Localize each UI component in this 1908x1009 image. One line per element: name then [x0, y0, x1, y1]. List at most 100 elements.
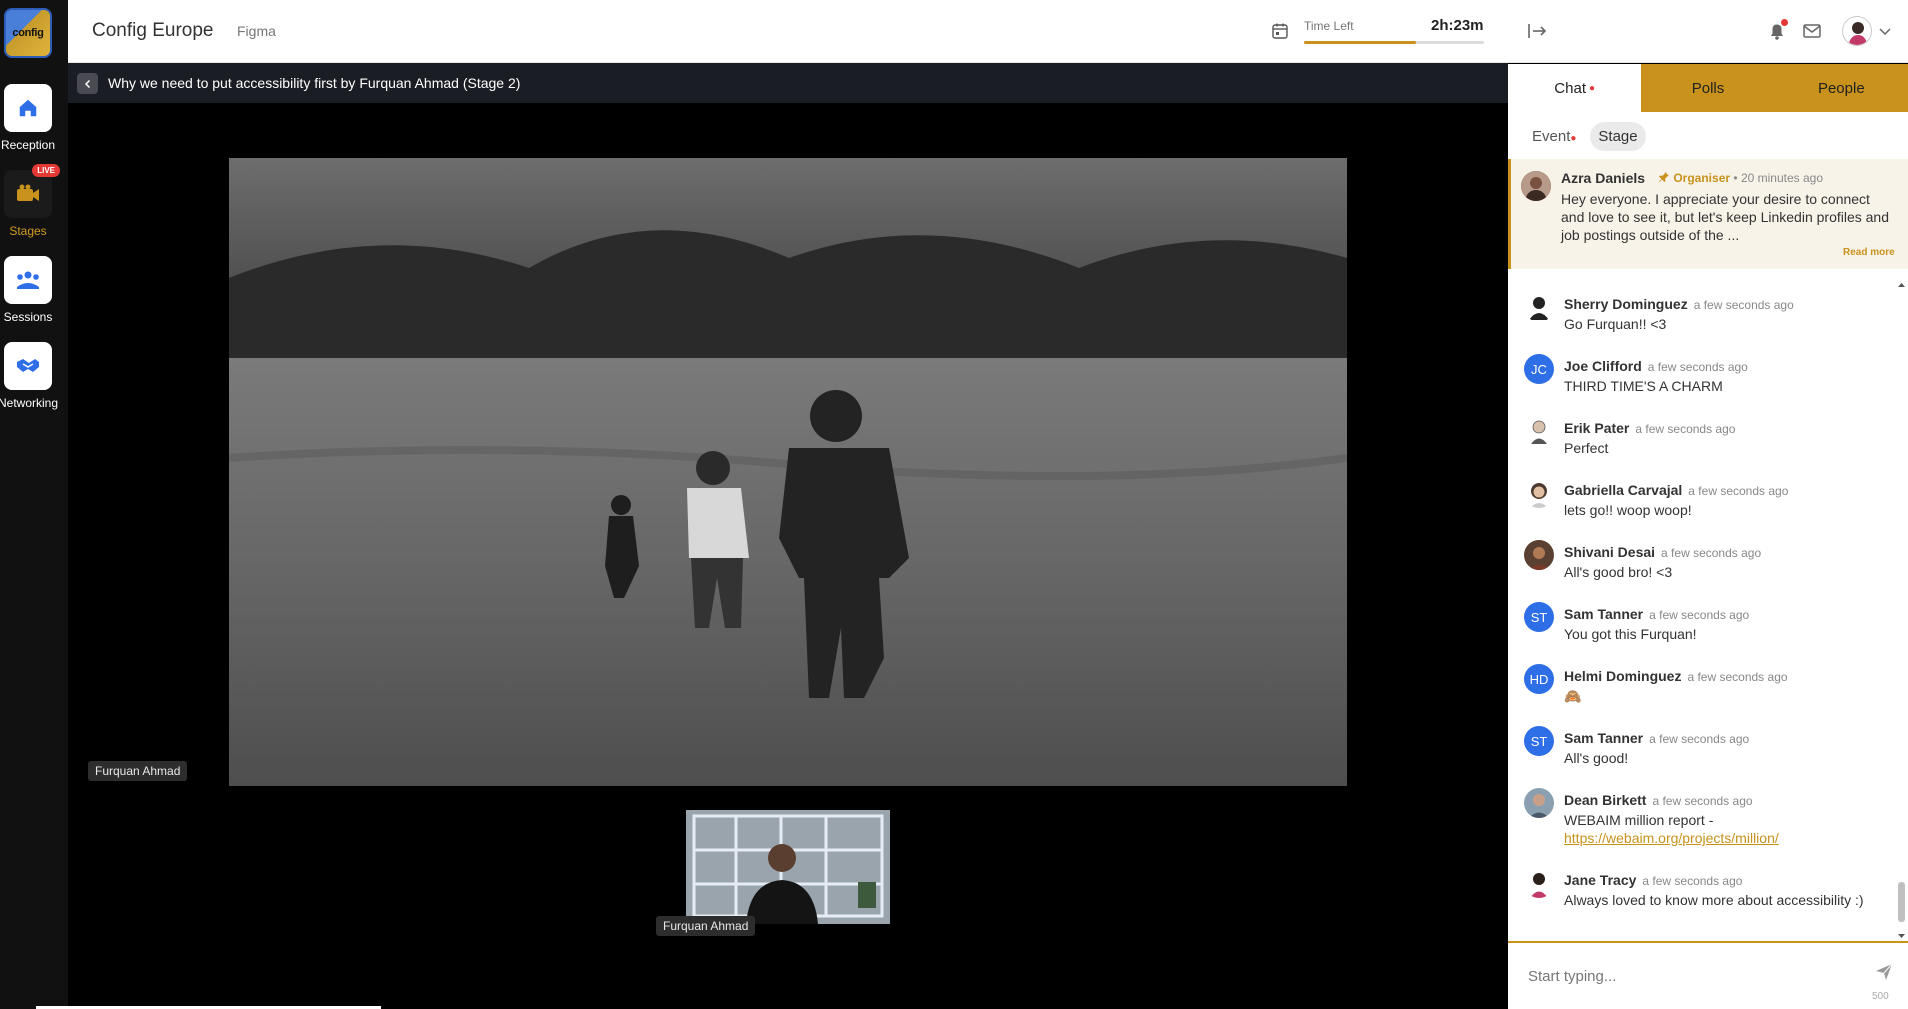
- message-time: a few seconds ago: [1642, 874, 1743, 888]
- tab-chat[interactable]: Chat ●: [1508, 64, 1642, 112]
- rail-item-reception[interactable]: Reception: [0, 84, 56, 152]
- avatar: JC: [1524, 354, 1554, 384]
- stage-header: Why we need to put accessibility first b…: [68, 63, 1508, 103]
- avatar: [1524, 540, 1554, 570]
- scroll-down-icon[interactable]: [1897, 932, 1906, 940]
- tab-chat-label: Chat: [1554, 79, 1586, 97]
- organizer-name: Figma: [237, 23, 276, 39]
- logo-text: config: [12, 27, 44, 39]
- subtab-stage[interactable]: Stage: [1590, 122, 1646, 151]
- message-author-row: Gabriella Carvajal a few seconds ago: [1564, 482, 1788, 498]
- list-item: ST Sam Tanner a few seconds ago All's goo…: [1508, 714, 1896, 776]
- subtab-event[interactable]: Event●: [1524, 122, 1584, 151]
- message-list: Sherry Dominguez a few seconds ago Go Fur…: [1508, 280, 1896, 938]
- message-time: a few seconds ago: [1635, 422, 1736, 436]
- calendar-icon[interactable]: [1271, 22, 1289, 40]
- avatar: ST: [1524, 726, 1554, 756]
- tab-polls[interactable]: Polls: [1641, 64, 1774, 112]
- list-item: JC Joe Clifford a few seconds ago THIRD T…: [1508, 342, 1896, 404]
- exit-icon[interactable]: [1526, 20, 1548, 42]
- pinned-meta: Organiser • 20 minutes ago: [1658, 171, 1823, 185]
- read-more-link[interactable]: Read more: [1843, 247, 1895, 258]
- chat-scrollbar[interactable]: [1897, 276, 1906, 940]
- pinned-time: 20 minutes ago: [1740, 171, 1823, 185]
- message-text: Go Furquan!! <3: [1564, 316, 1667, 332]
- organiser-badge: Organiser: [1673, 171, 1731, 185]
- handshake-icon: [4, 342, 52, 390]
- message-text: Perfect: [1564, 440, 1609, 456]
- message-text: Always loved to know more about accessib…: [1564, 892, 1864, 908]
- avatar: [1524, 478, 1554, 508]
- message-time: a few seconds ago: [1649, 732, 1750, 746]
- subtab-stage-label: Stage: [1598, 128, 1638, 145]
- pinned-message: Azra Daniels Organiser • 20 minutes ago …: [1508, 159, 1908, 269]
- message-time: a few seconds ago: [1687, 670, 1788, 684]
- list-item: Sherry Dominguez a few seconds ago Go Fur…: [1508, 280, 1896, 342]
- back-button[interactable]: [77, 73, 98, 94]
- event-title: Config Europe: [92, 20, 214, 41]
- list-item: ST Sam Tanner a few seconds ago You got t…: [1508, 590, 1896, 652]
- tab-people-label: People: [1817, 79, 1865, 97]
- app-logo[interactable]: config: [4, 8, 52, 58]
- top-bar: Config Europe Figma Time Left 2h:23m: [68, 0, 1508, 63]
- message-author-row: Joe Clifford a few seconds ago: [1564, 358, 1748, 374]
- notification-dot: [1781, 19, 1788, 26]
- list-item: Shivani Desai a few seconds ago All's goo…: [1508, 528, 1896, 590]
- rail-label-networking: Networking: [0, 396, 59, 410]
- list-item: Jane Tracy a few seconds ago Always loved…: [1508, 856, 1896, 936]
- message-author: Dean Birkett: [1564, 792, 1647, 808]
- message-author: Sam Tanner: [1564, 606, 1644, 622]
- speaker-camera: [686, 810, 890, 924]
- stage-title: Why we need to put accessibility first b…: [108, 75, 521, 91]
- rail-label-sessions: Sessions: [3, 310, 53, 324]
- time-left-value: 2h:23m: [1431, 17, 1484, 34]
- message-author-row: Shivani Desai a few seconds ago: [1564, 544, 1761, 560]
- message-text-block: WEBAIM million report - https://webaim.o…: [1564, 811, 1884, 847]
- meta-separator: •: [1733, 171, 1738, 185]
- time-left-progress-fill: [1304, 41, 1416, 44]
- message-time: a few seconds ago: [1688, 484, 1789, 498]
- message-text: All's good bro! <3: [1564, 564, 1673, 580]
- message-author-row: Dean Birkett a few seconds ago: [1564, 792, 1753, 808]
- rail-label-reception: Reception: [0, 138, 56, 152]
- group-icon: [4, 256, 52, 304]
- tab-polls-label: Polls: [1691, 79, 1725, 97]
- user-avatar[interactable]: [1842, 16, 1872, 46]
- chevron-down-icon[interactable]: [1874, 20, 1896, 42]
- message-time: a few seconds ago: [1652, 794, 1753, 808]
- mail-icon[interactable]: [1801, 20, 1823, 42]
- panel-tabs: Chat ● Polls People: [1508, 64, 1908, 112]
- list-item: Dean Birkett a few seconds ago WEBAIM mil…: [1508, 776, 1896, 856]
- message-author-row: Sam Tanner a few seconds ago: [1564, 730, 1749, 746]
- message-author-row: Erik Pater a few seconds ago: [1564, 420, 1735, 436]
- rail-item-sessions[interactable]: Sessions: [0, 256, 56, 324]
- message-text: lets go!! woop woop!: [1564, 502, 1692, 518]
- message-author-row: Jane Tracy a few seconds ago: [1564, 872, 1742, 888]
- rail-item-stages[interactable]: LIVE Stages: [0, 164, 60, 238]
- pinned-author: Azra Daniels: [1561, 170, 1646, 186]
- scroll-thumb[interactable]: [1898, 882, 1905, 922]
- speaker-name-tag-main: Furquan Ahmad: [88, 761, 188, 781]
- chevron-left-icon: [84, 79, 90, 88]
- pin-icon: [1659, 172, 1669, 182]
- chat-input[interactable]: [1528, 963, 1858, 989]
- message-author: Erik Pater: [1564, 420, 1630, 436]
- message-author-row: Sherry Dominguez a few seconds ago: [1564, 296, 1794, 312]
- unread-dot: ●: [1588, 82, 1596, 94]
- home-icon: [4, 84, 52, 132]
- time-left-label: Time Left: [1304, 19, 1354, 33]
- message-link[interactable]: https://webaim.org/projects/million/: [1564, 829, 1884, 847]
- main-video: [229, 158, 1347, 786]
- message-time: a few seconds ago: [1649, 608, 1750, 622]
- message-author: Sam Tanner: [1564, 730, 1644, 746]
- message-author: Joe Clifford: [1564, 358, 1642, 374]
- tab-people[interactable]: People: [1775, 64, 1908, 112]
- rail-item-networking[interactable]: Networking: [0, 342, 59, 410]
- avatar: ST: [1524, 602, 1554, 632]
- message-text: 🙈: [1564, 688, 1582, 704]
- message-author: Helmi Dominguez: [1564, 668, 1682, 684]
- message-author: Shivani Desai: [1564, 544, 1656, 560]
- send-icon[interactable]: [1873, 961, 1895, 983]
- scroll-up-icon[interactable]: [1897, 281, 1906, 289]
- speaker-name-tag-camera: Furquan Ahmad: [656, 916, 756, 936]
